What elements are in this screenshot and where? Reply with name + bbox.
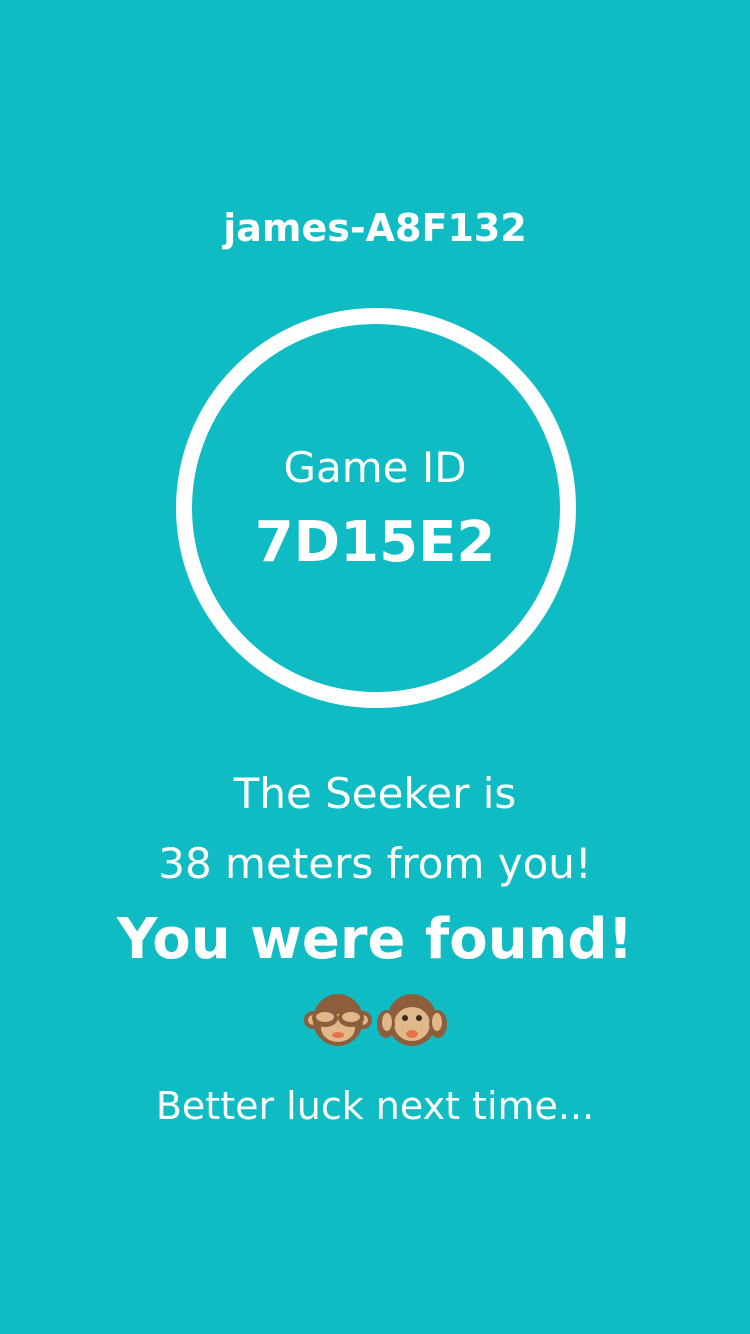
found-headline: You were found! — [116, 907, 634, 972]
seeker-distance-line-2: 38 meters from you! — [158, 839, 592, 888]
game-id-value: 7D15E2 — [254, 510, 496, 575]
better-luck-message: Better luck next time... — [155, 1084, 595, 1128]
see-no-evil-monkey-icon — [304, 994, 372, 1046]
player-username: james-A8F132 — [223, 206, 527, 250]
seeker-distance-line-1: The Seeker is — [233, 769, 517, 818]
game-id-label: Game ID — [283, 443, 467, 492]
monkey-emojis — [0, 990, 750, 1050]
hear-no-evil-monkey-icon — [377, 994, 447, 1046]
